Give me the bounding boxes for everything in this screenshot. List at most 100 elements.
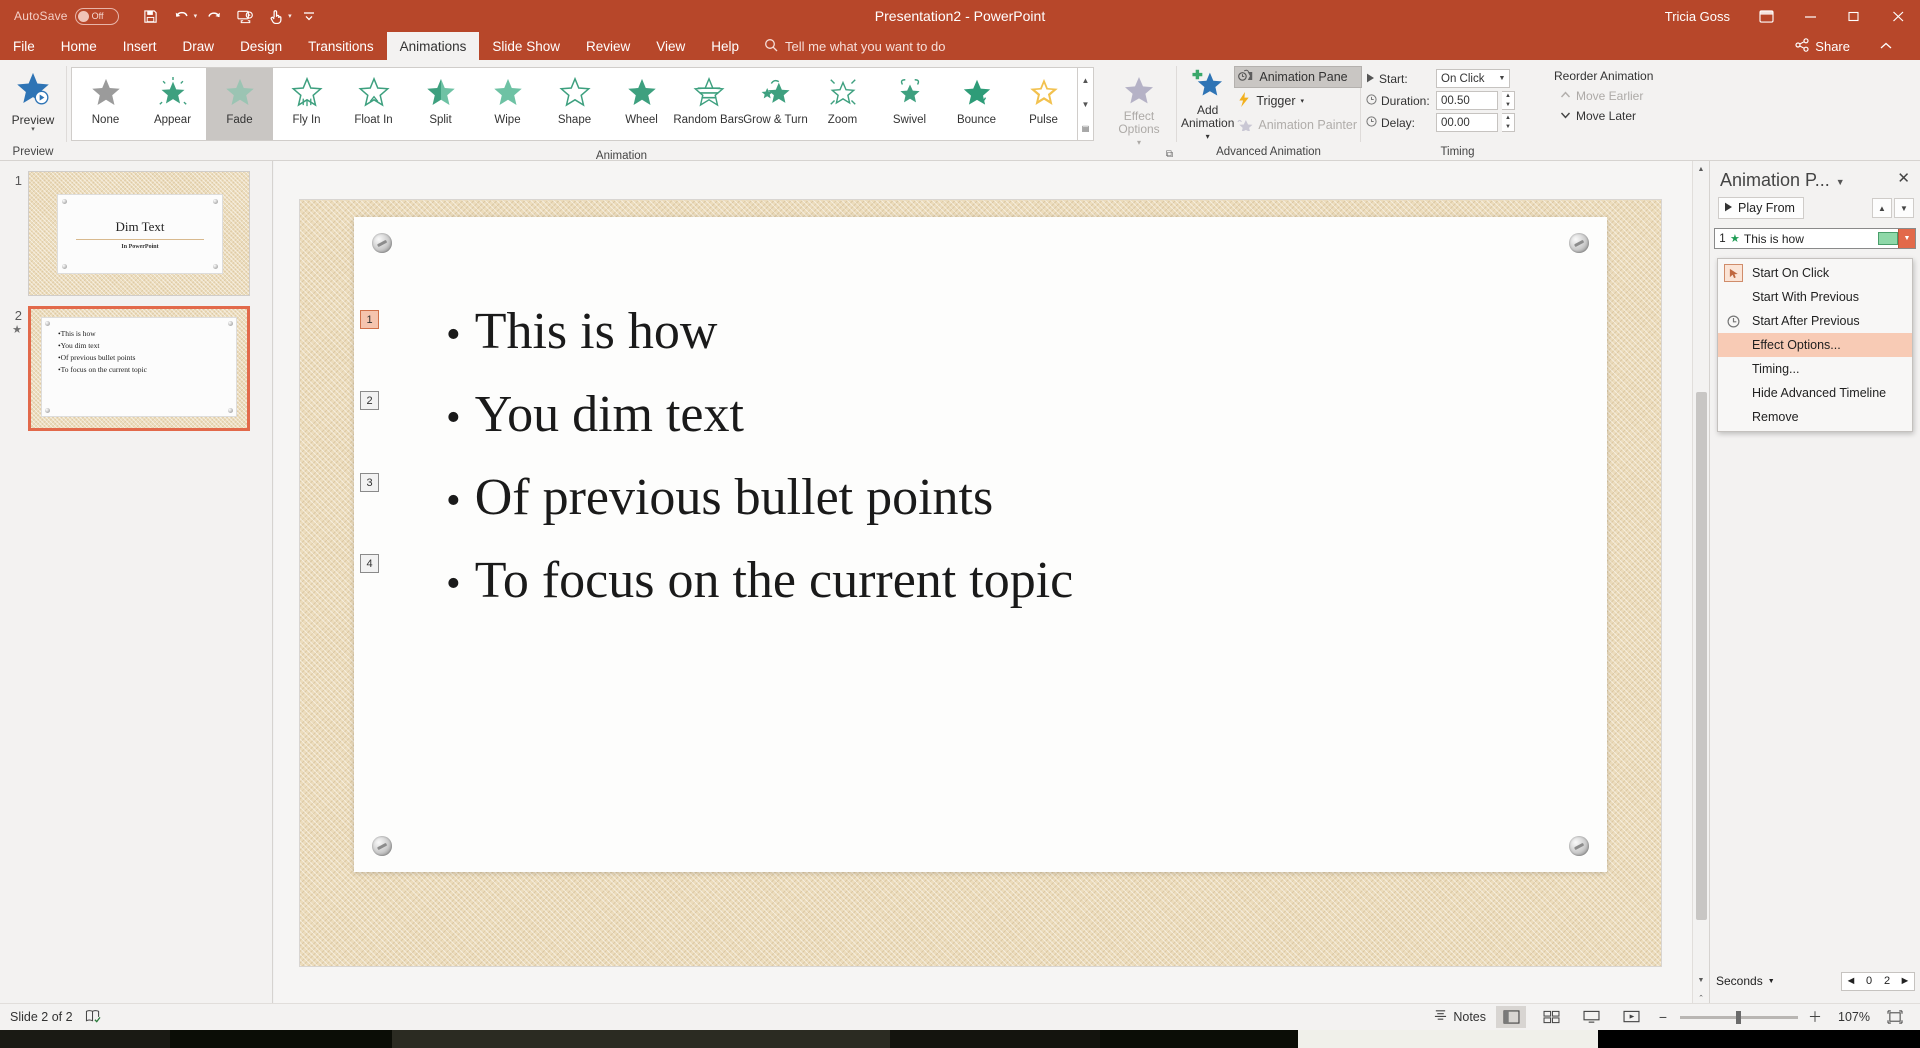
animation-pulse[interactable]: Pulse <box>1010 68 1077 140</box>
view-normal-button[interactable] <box>1496 1006 1526 1028</box>
tab-transitions[interactable]: Transitions <box>295 32 387 60</box>
play-from-button[interactable]: Play From <box>1718 197 1804 219</box>
add-animation-button[interactable]: Add Animation ▾ <box>1181 64 1234 143</box>
ribbon-collapse-icon[interactable] <box>1864 30 1908 62</box>
thumbnail-2-preview[interactable]: •This is how •You dim text •Of previous … <box>28 306 250 431</box>
duration-spin-up-icon[interactable]: ▲ <box>1502 92 1514 101</box>
tab-draw[interactable]: Draw <box>170 32 228 60</box>
touch-mode-dropdown-icon[interactable]: ▾ <box>288 12 292 20</box>
context-menu-item-start-with-previous[interactable]: Start With Previous <box>1718 285 1912 309</box>
close-icon[interactable] <box>1876 0 1920 32</box>
autosave-toggle[interactable]: Off <box>74 7 119 25</box>
duration-spinner[interactable]: ▲ ▼ <box>1502 91 1515 110</box>
animation-dialog-launcher-icon[interactable]: ⧉ <box>1166 149 1173 160</box>
gallery-scroll-up-icon[interactable]: ▲ <box>1078 68 1093 92</box>
animation-appear[interactable]: Appear <box>139 68 206 140</box>
duration-spin-down-icon[interactable]: ▼ <box>1502 101 1514 110</box>
animation-split[interactable]: Split <box>407 68 474 140</box>
slide-content-card[interactable]: • This is how • You dim text • Of previo… <box>354 217 1607 872</box>
animation-pane-list[interactable]: 1 ★ This is how ▼ <box>1710 228 1920 249</box>
tab-design[interactable]: Design <box>227 32 295 60</box>
undo-icon[interactable] <box>168 4 196 28</box>
effect-options-button[interactable]: Effect Options ▾ <box>1108 70 1170 149</box>
minimize-icon[interactable] <box>1788 0 1832 32</box>
slide-bullet-2[interactable]: • You dim text <box>446 375 1506 458</box>
slide-indicator[interactable]: Slide 2 of 2 <box>10 1010 73 1024</box>
slide-bullet-list[interactable]: • This is how • You dim text • Of previo… <box>446 292 1506 624</box>
animation-tag-3[interactable]: 3 <box>360 473 379 492</box>
timeline-scroll-right-icon[interactable]: ► <box>1896 975 1914 987</box>
slide-bullet-1[interactable]: • This is how <box>446 292 1506 375</box>
seconds-combo[interactable]: Seconds ▼ <box>1716 974 1775 988</box>
animation-pane-menu-icon[interactable]: ▼ <box>1836 177 1845 187</box>
slide-bullet-4[interactable]: • To focus on the current topic <box>446 541 1506 624</box>
notes-button[interactable]: Notes <box>1433 1009 1486 1025</box>
context-menu-item-remove[interactable]: Remove <box>1718 405 1912 429</box>
canvas-vertical-scrollbar[interactable]: ▲ ▼ ⌃ ⌄ <box>1692 161 1709 1023</box>
slide-editing-area[interactable]: • This is how • You dim text • Of previo… <box>274 161 1709 1023</box>
animation-fade[interactable]: Fade <box>206 68 273 140</box>
preview-dropdown-icon[interactable]: ▾ <box>31 126 35 133</box>
tab-animations[interactable]: Animations <box>386 32 480 60</box>
animation-wheel[interactable]: Wheel <box>608 68 675 140</box>
effect-options-dropdown-icon[interactable]: ▾ <box>1137 136 1141 149</box>
animation-pane-close-icon[interactable]: ✕ <box>1893 169 1914 189</box>
animation-fly-in[interactable]: Fly In <box>273 68 340 140</box>
animation-shape[interactable]: Shape <box>541 68 608 140</box>
slide-thumbnail-pane[interactable]: 1 Dim Text In PowerPoint 2 ★ •This is ho… <box>0 161 273 1023</box>
thumbnail-slide-2[interactable]: 2 ★ •This is how •You dim text •Of previ… <box>0 296 272 431</box>
tab-slide-show[interactable]: Slide Show <box>479 32 573 60</box>
preview-button[interactable]: Preview ▾ <box>2 64 64 133</box>
animation-float-in[interactable]: Float In <box>340 68 407 140</box>
scroll-down-icon[interactable]: ▼ <box>1693 972 1710 989</box>
delay-spinner[interactable]: ▲ ▼ <box>1502 113 1515 132</box>
tab-insert[interactable]: Insert <box>110 32 170 60</box>
trigger-button[interactable]: Trigger ▾ <box>1234 90 1362 112</box>
restore-icon[interactable] <box>1832 0 1876 32</box>
start-combo[interactable]: On Click ▼ <box>1436 69 1510 88</box>
animation-bounce[interactable]: Bounce <box>943 68 1010 140</box>
timeline-scroll-left-icon[interactable]: ◄ <box>1842 975 1860 987</box>
redo-icon[interactable] <box>200 4 228 28</box>
tab-view[interactable]: View <box>643 32 698 60</box>
animation-tag-2[interactable]: 2 <box>360 391 379 410</box>
context-menu-item-effect-options[interactable]: Effect Options... <box>1718 333 1912 357</box>
undo-dropdown-icon[interactable]: ▾ <box>194 12 198 20</box>
slide-bullet-3[interactable]: • Of previous bullet points <box>446 458 1506 541</box>
start-dropdown-icon[interactable]: ▼ <box>1495 75 1509 82</box>
animation-wipe[interactable]: Wipe <box>474 68 541 140</box>
tab-review[interactable]: Review <box>573 32 643 60</box>
duration-input[interactable]: 00.50 <box>1436 91 1498 110</box>
gallery-more-icon[interactable]: ▤ <box>1078 116 1093 140</box>
animation-item-1-timeline-bar[interactable] <box>1878 232 1898 245</box>
timeline-ruler[interactable]: ◄ 0 2 ► <box>1841 971 1915 991</box>
start-from-beginning-icon[interactable] <box>231 4 259 28</box>
user-account-name[interactable]: Tricia Goss <box>1665 9 1730 24</box>
slide-surface[interactable]: • This is how • You dim text • Of previo… <box>300 200 1661 966</box>
animation-none[interactable]: None <box>72 68 139 140</box>
view-slide-sorter-button[interactable] <box>1536 1006 1566 1028</box>
animation-list-item-1[interactable]: 1 ★ This is how ▼ <box>1714 228 1916 249</box>
context-menu-item-start-after-previous[interactable]: Start After Previous <box>1718 309 1912 333</box>
thumbnail-2-animation-indicator-icon[interactable]: ★ <box>6 323 28 336</box>
thumbnail-slide-1[interactable]: 1 Dim Text In PowerPoint <box>0 161 272 296</box>
scroll-thumb[interactable] <box>1695 392 1707 920</box>
move-later-button[interactable]: Move Later <box>1554 106 1642 126</box>
delay-spin-up-icon[interactable]: ▲ <box>1502 114 1514 123</box>
fit-slide-to-window-button[interactable] <box>1880 1006 1910 1028</box>
save-icon[interactable] <box>137 4 165 28</box>
tab-file[interactable]: File <box>0 32 48 60</box>
animation-gallery-scroll[interactable]: ▲ ▼ ▤ <box>1077 68 1093 140</box>
view-slide-show-button[interactable] <box>1616 1006 1646 1028</box>
move-earlier-button[interactable]: Move Earlier <box>1554 86 1649 106</box>
animation-move-down-button[interactable]: ▼ <box>1894 198 1914 218</box>
context-menu-item-timing[interactable]: Timing... <box>1718 357 1912 381</box>
animation-zoom[interactable]: Zoom <box>809 68 876 140</box>
context-menu-item-hide-advanced-timeline[interactable]: Hide Advanced Timeline <box>1718 381 1912 405</box>
customize-quick-access-toolbar-icon[interactable] <box>295 4 323 28</box>
add-animation-dropdown-icon[interactable]: ▾ <box>1206 130 1210 143</box>
delay-input[interactable]: 00.00 <box>1436 113 1498 132</box>
tell-me-search[interactable]: Tell me what you want to do <box>752 32 957 60</box>
animation-grow-and-turn[interactable]: Grow & Turn <box>742 68 809 140</box>
view-reading-button[interactable] <box>1576 1006 1606 1028</box>
